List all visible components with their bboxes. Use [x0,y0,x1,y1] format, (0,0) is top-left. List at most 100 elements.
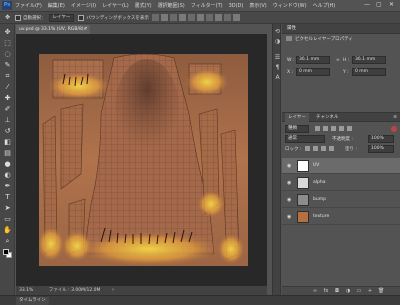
dodge-icon[interactable]: ◐ [3,171,12,180]
filter-type-icon[interactable] [331,126,336,131]
marquee-icon[interactable]: ⬚ [3,39,12,48]
paragraph-icon[interactable]: ¶ [274,64,281,71]
3d-mode-icon[interactable] [214,14,222,21]
lock-pixels-icon[interactable] [313,146,318,151]
align-bottom-icon[interactable] [169,14,177,21]
align-center-icon[interactable] [187,14,195,21]
foreground-color-swatch[interactable] [3,249,9,255]
visibility-eye-icon[interactable]: ◉ [287,214,291,220]
lock-position-icon[interactable] [321,146,326,151]
adjustment-layer-icon[interactable]: ◑ [345,288,351,294]
document-tab[interactable]: uv.psd @ 33.1% (UV, RGB/8) * × [16,25,90,34]
layer-name: alpha [313,180,326,185]
eraser-icon[interactable]: ◧ [3,138,12,147]
menu-view[interactable]: 表示(V) [249,2,266,9]
new-group-icon[interactable]: ▭ [356,288,362,294]
align-middle-icon[interactable] [160,14,168,21]
fill-field[interactable]: 100% [368,145,394,153]
canvas-area[interactable] [16,34,267,286]
align-left-icon[interactable] [178,14,186,21]
menu-image[interactable]: イメージ(I) [71,2,96,9]
layer-row-bump[interactable]: ◉ bump [282,192,400,208]
distribute-icon[interactable] [205,14,213,21]
layer-style-icon[interactable]: fx [323,288,329,294]
visibility-eye-icon[interactable]: ◉ [287,163,291,169]
add-mask-icon[interactable]: ◘ [334,288,340,294]
filter-shape-icon[interactable] [339,126,344,131]
path-select-icon[interactable]: ➤ [3,204,12,213]
layer-row-texture[interactable]: ◉ texture [282,209,400,225]
visibility-eye-icon[interactable]: ◉ [287,197,291,203]
menu-3d[interactable]: 3D(D) [229,3,244,9]
tab-layers[interactable]: レイヤー [285,113,309,123]
history-icon[interactable]: ⟲ [274,28,281,35]
document-canvas[interactable] [39,54,248,266]
zoom-level[interactable]: 33.1% [19,288,33,293]
auto-select-target-dropdown[interactable]: レイヤー [48,13,75,22]
shape-icon[interactable]: ▭ [3,215,12,224]
blur-icon[interactable]: ● [3,160,12,169]
status-menu-arrow-icon[interactable]: › [112,286,114,295]
menu-window[interactable]: ウィンドウ(W) [273,2,307,9]
type-icon[interactable]: T [3,193,12,202]
crop-icon[interactable]: ⌗ [3,72,12,81]
filter-pixel-icon[interactable] [315,126,320,131]
tab-channels[interactable]: チャンネル [316,113,338,123]
y-field[interactable]: 0 mm [352,68,386,76]
opacity-field[interactable]: 100% [368,135,394,143]
link-layers-icon[interactable]: ∞ [312,288,318,294]
menu-select[interactable]: 選択範囲(S) [158,2,185,9]
healing-icon[interactable]: ✚ [3,94,12,103]
stamp-icon[interactable]: ⊥ [3,116,12,125]
auto-select-checkbox[interactable] [15,14,21,21]
transform-controls-checkbox[interactable] [78,14,85,21]
align-top-icon[interactable] [151,14,159,21]
x-field[interactable]: 0 mm [296,68,330,76]
quick-select-icon[interactable]: ✎ [3,61,12,70]
lock-all-icon[interactable] [329,146,334,151]
pen-icon[interactable]: ✒ [3,182,12,191]
3d-rotate-icon[interactable] [223,14,231,21]
hand-icon[interactable]: ✋ [3,226,12,235]
minimize-icon[interactable]: — [364,1,370,8]
layer-row-uv[interactable]: ◉ UV [282,158,400,174]
menu-edit[interactable]: 編集(E) [48,2,65,9]
panel-menu-icon[interactable]: ≡ [393,113,397,123]
tab-timeline[interactable]: タイムライン [16,297,49,305]
properties-icon[interactable]: ☰ [274,54,281,61]
history-brush-icon[interactable]: ↺ [3,127,12,136]
menu-file[interactable]: ファイル(F) [15,2,42,9]
link-icon[interactable]: ∞ [336,58,340,63]
adjustments-icon[interactable]: ◑ [274,38,281,45]
new-layer-icon[interactable]: + [367,288,373,294]
brush-icon[interactable]: ✐ [3,105,12,114]
layer-kind-dropdown[interactable]: 種類 [285,125,309,133]
blend-mode-dropdown[interactable]: 通常 [285,135,325,143]
menu-type[interactable]: 書式(Y) [135,2,152,9]
character-icon[interactable]: A [274,74,281,81]
layer-row-alpha[interactable]: ◉ alpha [282,175,400,191]
filter-toggle[interactable] [391,126,397,132]
3d-pan-icon[interactable] [232,14,240,21]
eyedropper-icon[interactable]: ⁄ [3,83,12,92]
properties-panel-header[interactable]: 属性 [282,24,400,34]
width-field[interactable]: 36.1 mm [296,56,330,64]
align-right-icon[interactable] [196,14,204,21]
close-icon[interactable]: ✕ [389,1,394,8]
close-document-icon[interactable]: × [83,25,87,34]
menu-layer[interactable]: レイヤー(L) [102,2,129,9]
lasso-icon[interactable]: ◌ [3,50,12,59]
gradient-icon[interactable]: ▤ [3,149,12,158]
move-tool-icon[interactable]: ✥ [3,13,12,22]
filter-smart-object-icon[interactable] [347,126,352,131]
menu-filter[interactable]: フィルター(T) [191,2,223,9]
maximize-icon[interactable]: ▢ [376,1,382,8]
visibility-eye-icon[interactable]: ◉ [287,180,291,186]
menu-help[interactable]: ヘルプ(H) [313,2,336,9]
lock-transparent-icon[interactable] [305,146,310,151]
move-icon[interactable]: ✥ [3,28,12,37]
height-field[interactable]: 36.1 mm [352,56,386,64]
filter-adjustment-icon[interactable] [323,126,328,131]
zoom-icon[interactable]: ⌕ [3,237,12,246]
delete-layer-icon[interactable]: 🗑 [378,288,384,294]
